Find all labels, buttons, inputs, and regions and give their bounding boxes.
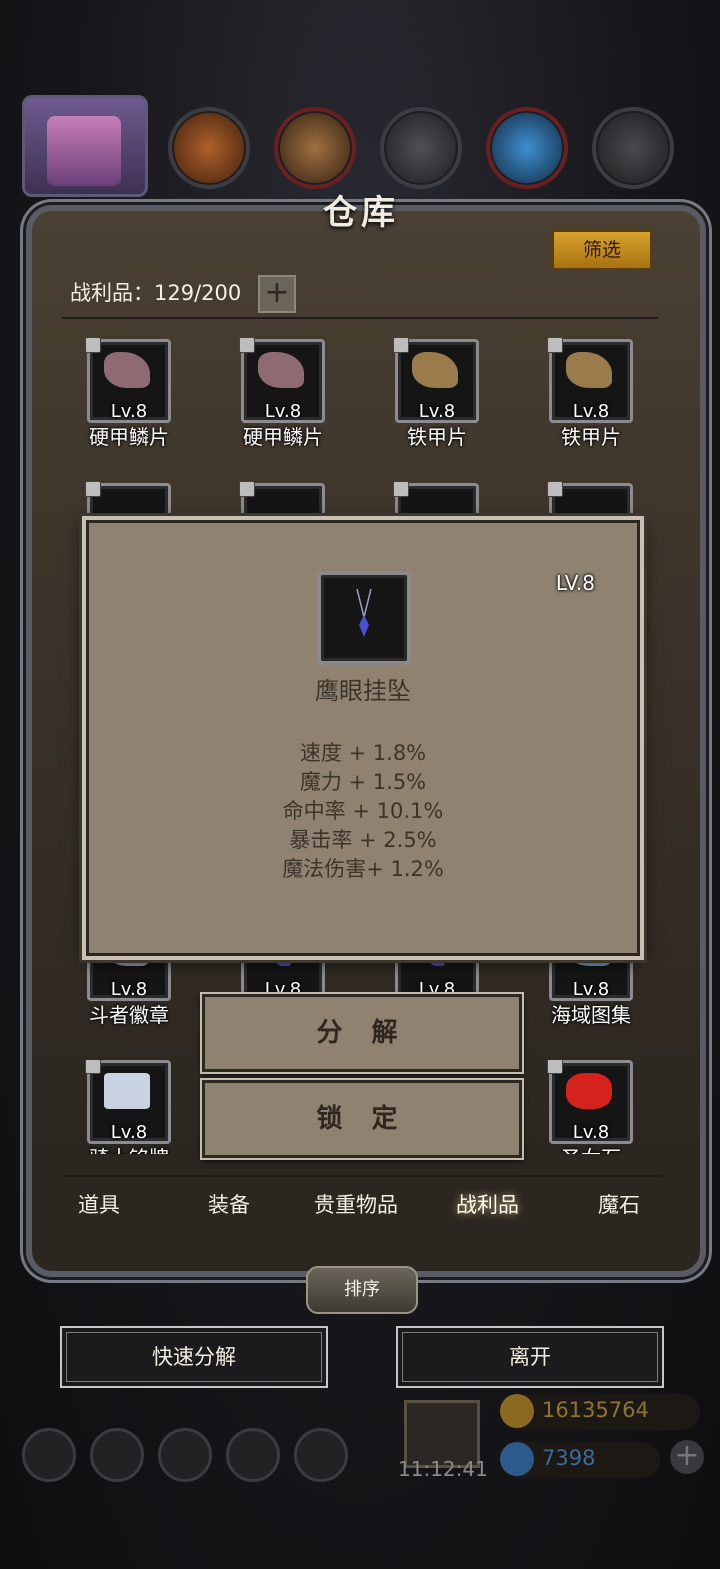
scale-icon	[104, 352, 150, 388]
scale-icon	[258, 352, 304, 388]
lock-icon	[239, 481, 255, 497]
tab-props[interactable]: 道具	[78, 1189, 120, 1219]
decompose-button[interactable]: 分 解	[202, 994, 522, 1072]
item-frame: Lv.8	[547, 1060, 633, 1144]
capacity-label: 战利品：129/200	[70, 281, 242, 305]
gem-icon	[500, 1442, 534, 1476]
pendant-icon	[356, 589, 372, 637]
divider	[62, 317, 658, 319]
item-frame: Lv.8	[393, 337, 479, 423]
item-name: 铁甲片	[561, 425, 621, 449]
item-detail-popup: LV.8 鹰眼挂坠 速度 + 1.8% 魔力 + 1.5% 命中率 + 10.1…	[86, 520, 640, 956]
item-level: Lv.8	[418, 401, 456, 422]
stat-line: 魔法伤害+ 1.2%	[282, 857, 444, 881]
gold-counter: 16135764	[500, 1394, 700, 1430]
page-title: 仓库	[323, 193, 399, 233]
stat-line: 速度 + 1.8%	[299, 741, 427, 765]
mail-icon[interactable]	[226, 1428, 280, 1482]
lock-icon	[85, 481, 101, 497]
shop-icon[interactable]	[294, 1428, 348, 1482]
quick-decompose-button[interactable]: 快速分解	[60, 1326, 328, 1388]
tab-valuables[interactable]: 贵重物品	[314, 1189, 398, 1219]
guild-icon[interactable]	[158, 1428, 212, 1482]
stat-line: 命中率 + 10.1%	[282, 799, 444, 823]
lock-icon	[85, 337, 101, 353]
countdown-timer: 11:12:41	[398, 1457, 488, 1481]
stat-line: 暴击率 + 2.5%	[289, 828, 437, 852]
item-name: 铁甲片	[407, 425, 467, 449]
lock-icon	[547, 481, 563, 497]
item-level: LV.8	[555, 571, 595, 595]
lock-icon	[547, 1060, 563, 1074]
settings-icon[interactable]	[22, 1428, 76, 1482]
lock-icon	[239, 337, 255, 353]
red-gem-icon	[566, 1073, 612, 1109]
item-level: Lv.8	[264, 401, 302, 422]
gold-amount: 16135764	[542, 1398, 649, 1422]
category-tabs: 道具 装备 贵重物品 战利品 魔石	[62, 1175, 662, 1235]
expand-capacity-button[interactable]: +	[258, 275, 296, 313]
item-level: Lv.8	[572, 979, 610, 1000]
item-level: Lv.8	[572, 401, 610, 422]
item-frame: Lv.8	[85, 1060, 171, 1144]
knight-emblem-icon	[104, 1073, 150, 1109]
armor-plate-icon	[566, 352, 612, 388]
item-level: Lv.8	[110, 401, 148, 422]
lock-icon	[393, 337, 409, 353]
stat-line: 魔力 + 1.5%	[299, 770, 427, 794]
lock-icon	[393, 481, 409, 497]
item-stats: 速度 + 1.8% 魔力 + 1.5% 命中率 + 10.1% 暴击率 + 2.…	[89, 739, 637, 884]
item-icon-frame	[317, 571, 411, 665]
sort-button[interactable]: 排序	[306, 1266, 418, 1314]
tab-magic-stones[interactable]: 魔石	[598, 1189, 640, 1219]
lock-icon	[85, 1060, 101, 1074]
item-frame: Lv.8	[547, 337, 633, 423]
tab-loot[interactable]: 战利品	[456, 1189, 519, 1219]
item-slot[interactable]: Lv.8 铁甲片	[374, 337, 500, 449]
add-currency-button[interactable]: +	[670, 1440, 704, 1474]
item-name: 硬甲鳞片	[89, 425, 169, 449]
item-level: Lv.8	[110, 1122, 148, 1143]
item-frame: Lv.8	[239, 337, 325, 423]
lock-button[interactable]: 锁 定	[202, 1080, 522, 1158]
gem-counter: 7398	[500, 1442, 660, 1478]
gold-coin-icon	[500, 1394, 534, 1428]
item-slot[interactable]: Lv.8 骑士铭牌	[66, 1060, 192, 1154]
item-slot[interactable]: Lv.8 圣女石	[528, 1060, 654, 1154]
item-name: 硬甲鳞片	[243, 425, 323, 449]
armor-plate-icon	[412, 352, 458, 388]
lock-icon	[547, 337, 563, 353]
leave-button[interactable]: 离开	[396, 1326, 664, 1388]
star-icon[interactable]	[90, 1428, 144, 1482]
tab-equipment[interactable]: 装备	[208, 1189, 250, 1219]
item-name: 海域图集	[551, 1003, 631, 1027]
filter-button[interactable]: 筛选	[552, 230, 652, 270]
item-frame: Lv.8	[85, 337, 171, 423]
item-level: Lv.8	[572, 1122, 610, 1143]
item-level: Lv.8	[110, 979, 148, 1000]
item-slot[interactable]: Lv.8 硬甲鳞片	[66, 337, 192, 449]
item-slot[interactable]: Lv.8 铁甲片	[528, 337, 654, 449]
gem-amount: 7398	[542, 1446, 596, 1470]
item-name: 鹰眼挂坠	[315, 677, 411, 705]
item-slot[interactable]: Lv.8 硬甲鳞片	[220, 337, 346, 449]
item-name: 斗者徽章	[89, 1003, 169, 1027]
